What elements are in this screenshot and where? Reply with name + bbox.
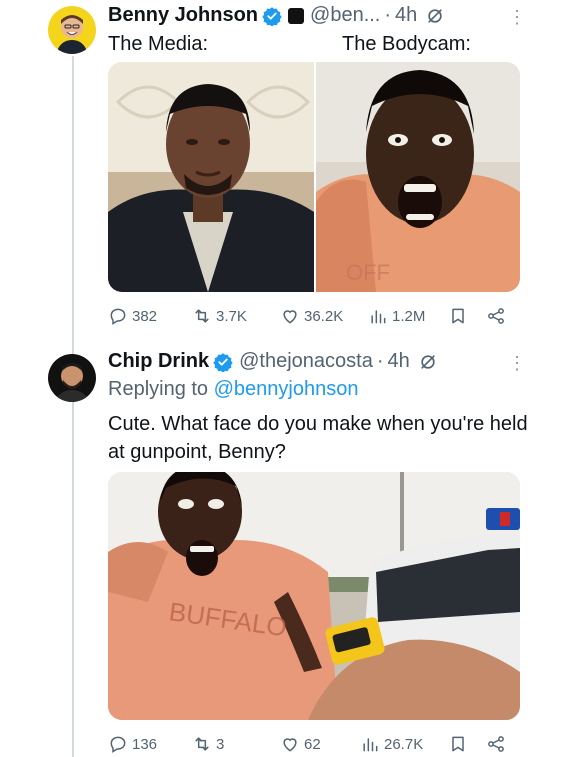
- reply-count: 136: [132, 735, 158, 753]
- repost-count: 3: [216, 735, 225, 753]
- like-count: 36.2K: [304, 307, 344, 325]
- reply-button[interactable]: 136: [108, 734, 157, 754]
- replying-to: Replying to @bennyjohnson: [108, 378, 358, 401]
- repost-icon: [195, 309, 209, 323]
- separator-dot: ·: [384, 4, 392, 26]
- media-photo-bodycam[interactable]: OFF: [316, 62, 520, 292]
- tweet1-header: Benny Johnson @ben... · 4h: [108, 4, 445, 27]
- affiliate-badge-icon[interactable]: [288, 7, 305, 24]
- grok-icon[interactable]: [425, 6, 445, 26]
- share-icon: [488, 736, 504, 752]
- replying-to-prefix: Replying to: [108, 378, 209, 400]
- tweet1-actions: 382 3.7K 36.2K 1.2M: [108, 306, 524, 332]
- views-count: 26.7K: [384, 735, 424, 753]
- views-button[interactable]: 26.7K: [360, 734, 423, 754]
- bookmark-icon: [452, 308, 464, 324]
- verified-badge-icon: [262, 6, 282, 26]
- timestamp[interactable]: 4h: [395, 4, 417, 27]
- repost-button[interactable]: 3.7K: [192, 306, 247, 326]
- repost-icon: [195, 737, 209, 751]
- thread-line: [72, 56, 74, 757]
- views-icon: [371, 310, 386, 324]
- tweet2-header: Chip Drink @thejonacosta · 4h: [108, 350, 438, 373]
- tweet-text: Cute. What face do you make when you're …: [108, 413, 528, 463]
- author-handle[interactable]: @thejonacosta: [239, 350, 373, 373]
- like-button[interactable]: 36.2K: [280, 306, 343, 326]
- reply-icon: [110, 736, 126, 753]
- avatar-chip-drink[interactable]: [48, 354, 96, 402]
- svg-text:OFF: OFF: [346, 260, 390, 285]
- repost-button[interactable]: 3: [192, 734, 224, 754]
- caption-left: The Media:: [108, 33, 209, 55]
- more-options-icon[interactable]: ⋮: [508, 354, 526, 372]
- share-button[interactable]: [486, 734, 506, 754]
- grok-icon[interactable]: [418, 352, 438, 372]
- bookmark-button[interactable]: [448, 734, 468, 754]
- like-button[interactable]: 62: [280, 734, 321, 754]
- author-name[interactable]: Chip Drink: [108, 350, 209, 373]
- share-button[interactable]: [486, 306, 506, 326]
- media-photo-gunpoint[interactable]: BUFFALO: [108, 472, 520, 720]
- tweet2-actions: 136 3 62 26.7K: [108, 734, 524, 757]
- avatar-benny-johnson[interactable]: [48, 6, 96, 54]
- heart-icon: [283, 310, 297, 324]
- separator-dot: ·: [376, 350, 384, 372]
- reply-icon: [110, 308, 126, 325]
- reply-button[interactable]: 382: [108, 306, 157, 326]
- views-icon: [363, 738, 378, 752]
- bookmark-button[interactable]: [448, 306, 468, 326]
- verified-badge-icon: [213, 352, 233, 372]
- caption-right: The Bodycam:: [342, 33, 471, 55]
- bookmark-icon: [452, 736, 464, 752]
- reply-count: 382: [132, 307, 158, 325]
- views-count: 1.2M: [392, 307, 426, 325]
- more-options-icon[interactable]: ⋮: [508, 8, 526, 26]
- author-name[interactable]: Benny Johnson: [108, 4, 258, 27]
- views-button[interactable]: 1.2M: [368, 306, 425, 326]
- like-count: 62: [304, 735, 321, 753]
- replying-to-mention[interactable]: @bennyjohnson: [214, 378, 359, 400]
- heart-icon: [283, 738, 297, 752]
- share-icon: [488, 308, 504, 324]
- timestamp[interactable]: 4h: [388, 350, 410, 373]
- media-photo-portrait[interactable]: [108, 62, 314, 292]
- repost-count: 3.7K: [216, 307, 247, 325]
- author-handle[interactable]: @ben...: [310, 4, 380, 27]
